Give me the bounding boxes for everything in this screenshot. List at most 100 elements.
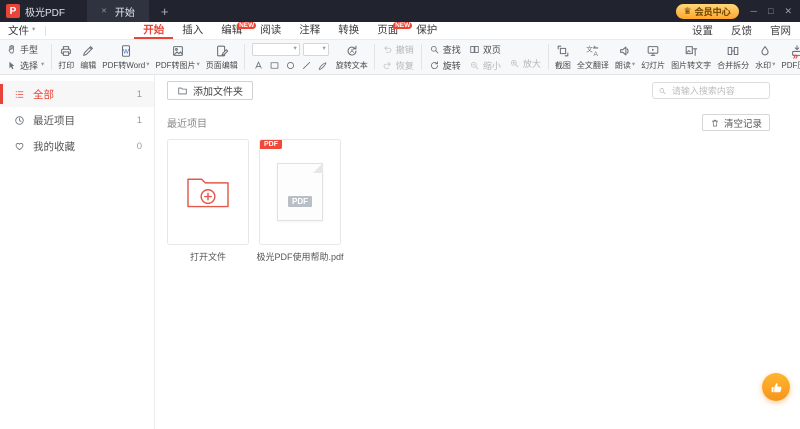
zoom-in-button[interactable]: 放大 [509, 57, 541, 70]
pdf-thumbnail: PDF [277, 163, 323, 221]
print-button[interactable]: 打印 [55, 44, 77, 71]
chevron-down-icon: ▾ [293, 44, 297, 52]
tab-annotate[interactable]: 注释 [290, 22, 329, 39]
maximize-button[interactable]: □ [768, 6, 773, 17]
new-tab-button[interactable]: + [161, 5, 169, 18]
recent-file-card[interactable]: PDF PDF 极光PDF使用帮助.pdf [256, 139, 344, 263]
ellipse-shape-button[interactable] [284, 59, 297, 72]
close-button[interactable]: ✕ [784, 6, 792, 17]
tab-page[interactable]: 页面 NEW [368, 22, 413, 39]
rotate-text-button[interactable]: A 旋转文本 [333, 44, 371, 71]
tab-edit[interactable]: 编辑 NEW [212, 22, 257, 39]
zoom-out-button[interactable]: 缩小 [469, 59, 501, 72]
slideshow-button[interactable]: 幻灯片 [638, 44, 668, 71]
merge-split-icon [727, 46, 739, 55]
chevron-down-icon: ▾ [772, 60, 776, 68]
view-group-col1: 查找 旋转 [425, 43, 465, 72]
search-box[interactable] [652, 82, 770, 99]
page-edit-button[interactable]: 页面编辑 [203, 44, 241, 71]
hand-tool-button[interactable]: 手型 [6, 43, 44, 56]
website-link[interactable]: 官网 [761, 22, 800, 39]
sidebar-item-recent[interactable]: 最近项目 1 [0, 107, 154, 133]
text-color-icon [255, 61, 262, 69]
heart-icon [15, 142, 24, 150]
sidebar-item-favorites[interactable]: 我的收藏 0 [0, 133, 154, 159]
view-group-col3: · 放大 [505, 44, 545, 70]
image-to-text-button[interactable]: 图片转文字 [668, 44, 714, 71]
clear-records-button[interactable]: 清空记录 [701, 114, 770, 131]
add-folder-button[interactable]: 添加文件夹 [167, 81, 253, 100]
open-file-card[interactable]: 打开文件 [167, 139, 249, 263]
feedback-fab-button[interactable] [762, 373, 790, 401]
tab-read[interactable]: 阅读 [251, 22, 290, 39]
ribbon-tabs: 开始 插入 编辑 NEW 阅读 注释 转换 页面 NEW 保护 [134, 22, 446, 39]
recent-file-card-body[interactable]: PDF PDF [259, 139, 341, 245]
image-to-text-icon [685, 45, 698, 56]
pen-tool-button[interactable] [316, 59, 329, 72]
settings-link[interactable]: 设置 [683, 22, 722, 39]
tab-close-icon[interactable]: ✕ [101, 7, 107, 15]
undo-button[interactable]: 撤销 [382, 43, 414, 56]
count-badge: 0 [136, 140, 142, 152]
history-group: 撤销 恢复 [378, 43, 418, 72]
file-menu[interactable]: 文件 ▾ [0, 22, 45, 39]
minimize-button[interactable]: ─ [751, 6, 757, 17]
read-aloud-button[interactable]: 朗读 ▾ [612, 44, 638, 71]
edit-button[interactable]: 编辑 [77, 44, 99, 71]
font-size-select[interactable]: ▾ [302, 42, 329, 56]
toolbar: 手型 选择 ▾ 打印 编辑 W PDF转Word ▾ PDF转图片 ▾ 页面编辑… [0, 40, 800, 75]
search-icon [430, 45, 439, 53]
folder-plus-icon [178, 87, 187, 95]
tab-insert[interactable]: 插入 [173, 22, 212, 39]
watermark-icon [761, 45, 769, 55]
select-tool-button[interactable]: 选择 ▾ [6, 59, 44, 72]
zoom-in-icon [510, 59, 519, 68]
card-label: 极光PDF使用帮助.pdf [256, 252, 344, 262]
find-button[interactable]: 查找 [429, 43, 461, 56]
speaker-icon [620, 46, 629, 55]
pdf-to-image-button[interactable]: PDF转图片 ▾ [153, 44, 203, 71]
document-tab[interactable]: ✕ 开始 [87, 0, 149, 22]
redo-button[interactable]: 恢复 [382, 59, 414, 72]
count-badge: 1 [136, 88, 142, 100]
rotate-page-button[interactable]: 旋转 [429, 59, 461, 72]
text-color-button[interactable] [252, 59, 265, 72]
line-icon [302, 61, 310, 69]
tab-home[interactable]: 开始 [134, 22, 174, 39]
search-input[interactable] [669, 84, 764, 97]
divider [51, 44, 53, 70]
rotate-icon [430, 60, 438, 69]
tab-protect[interactable]: 保护 [407, 22, 446, 39]
feedback-link[interactable]: 反馈 [722, 22, 761, 39]
double-page-button[interactable]: 双页 [469, 43, 501, 56]
sidebar-item-all[interactable]: 全部 1 [0, 81, 154, 107]
card-label: 打开文件 [189, 252, 226, 262]
svg-text:A: A [350, 49, 354, 55]
slideshow-icon [647, 45, 659, 56]
pencil-icon [83, 45, 94, 56]
watermark-button[interactable]: 水印 ▾ [752, 44, 778, 71]
chevron-down-icon: ▾ [146, 60, 150, 68]
image-icon [172, 45, 183, 56]
divider [420, 44, 422, 70]
tool-mode-group: 手型 选择 ▾ [2, 43, 48, 72]
font-family-select[interactable]: ▾ [251, 42, 300, 56]
line-shape-button[interactable] [300, 59, 313, 72]
open-file-card-body[interactable] [167, 139, 249, 245]
tab-label: 开始 [114, 7, 135, 19]
rectangle-shape-button[interactable] [268, 59, 281, 72]
member-center-button[interactable]: ♛ 会员中心 [675, 3, 739, 19]
redo-icon [383, 61, 391, 69]
tab-convert[interactable]: 转换 [329, 22, 368, 39]
merge-split-button[interactable]: 合并拆分 [714, 44, 752, 71]
thumbs-up-icon [771, 382, 782, 392]
chevron-down-icon: ▾ [32, 26, 36, 34]
text-format-group: ▾ ▾ [248, 42, 333, 72]
capture-button[interactable]: 截图 [552, 44, 574, 71]
chevron-down-icon: ▾ [196, 60, 200, 68]
divider [547, 44, 549, 70]
toolbar-overflow-button[interactable]: » [792, 51, 798, 62]
app-logo: P [6, 4, 20, 18]
full-translate-button[interactable]: 文 A 全文翻译 [574, 44, 612, 71]
pdf-to-word-button[interactable]: W PDF转Word ▾ [99, 44, 152, 71]
